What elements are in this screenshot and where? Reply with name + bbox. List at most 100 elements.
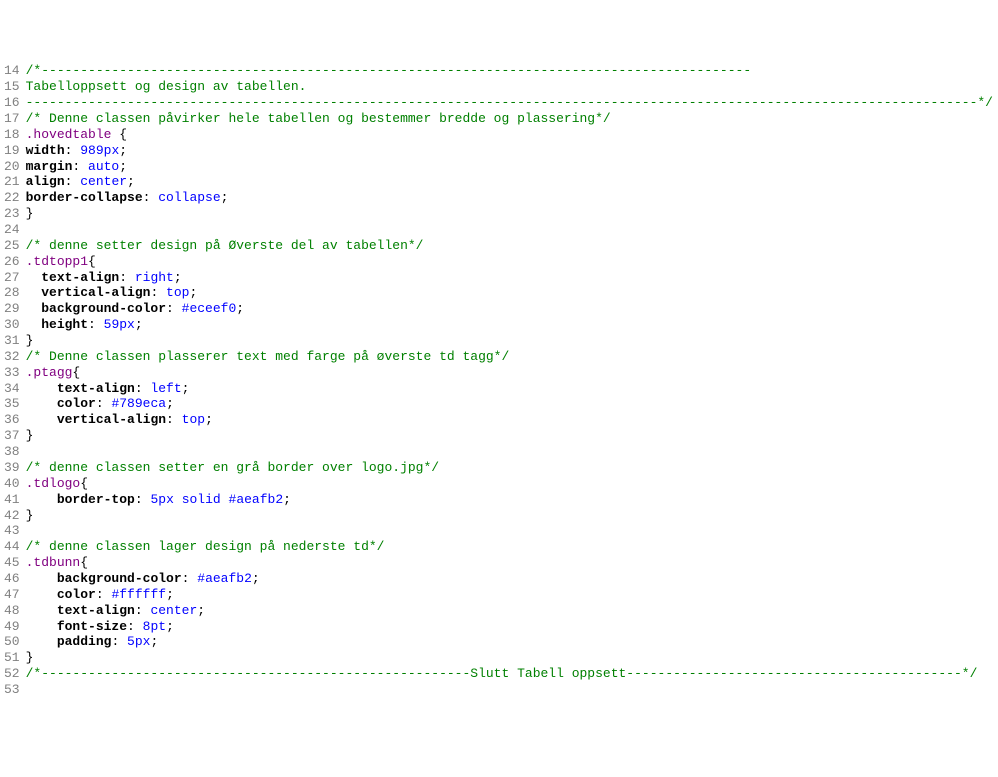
code-line[interactable]: } xyxy=(26,508,993,524)
code-line[interactable]: color: #ffffff; xyxy=(26,587,993,603)
code-line[interactable]: } xyxy=(26,206,993,222)
token-pr: vertical-align xyxy=(41,285,150,300)
token-sel: .hovedtable xyxy=(26,127,112,142)
token-pn: : xyxy=(96,587,112,602)
code-line[interactable]: /* Denne classen påvirker hele tabellen … xyxy=(26,111,993,127)
token-pn: : xyxy=(135,603,151,618)
line-number: 40 xyxy=(4,476,20,492)
code-line[interactable]: Tabelloppsett og design av tabellen. xyxy=(26,79,993,95)
token-pn: : xyxy=(143,190,159,205)
code-line[interactable]: /* denne classen lager design på nederst… xyxy=(26,539,993,555)
token-pn xyxy=(26,301,42,316)
line-number: 49 xyxy=(4,619,20,635)
token-pn xyxy=(221,492,229,507)
code-line[interactable]: } xyxy=(26,428,993,444)
code-line[interactable]: vertical-align: top; xyxy=(26,285,993,301)
token-pr: margin xyxy=(26,159,73,174)
code-line[interactable] xyxy=(26,222,993,238)
code-line[interactable]: /* Denne classen plasserer text med farg… xyxy=(26,349,993,365)
token-c: /* Denne classen plasserer text med farg… xyxy=(26,349,510,364)
line-number: 51 xyxy=(4,650,20,666)
token-pn: : xyxy=(150,285,166,300)
token-sel: .ptagg xyxy=(26,365,73,380)
token-num: 59 xyxy=(104,317,120,332)
code-line[interactable]: background-color: #eceef0; xyxy=(26,301,993,317)
code-line[interactable]: /* denne classen setter en grå border ov… xyxy=(26,460,993,476)
code-line[interactable]: text-align: center; xyxy=(26,603,993,619)
token-pn: ; xyxy=(189,285,197,300)
token-pn: ; xyxy=(182,381,190,396)
token-kw: center xyxy=(150,603,197,618)
code-line[interactable]: /* denne setter design på Øverste del av… xyxy=(26,238,993,254)
line-number: 32 xyxy=(4,349,20,365)
token-pr: vertical-align xyxy=(57,412,166,427)
code-line[interactable]: .tdlogo{ xyxy=(26,476,993,492)
line-number: 18 xyxy=(4,127,20,143)
line-number: 48 xyxy=(4,603,20,619)
token-pr: text-align xyxy=(41,270,119,285)
line-number: 29 xyxy=(4,301,20,317)
token-pn: : xyxy=(65,174,81,189)
token-pn xyxy=(26,492,57,507)
token-sel: .tdbunn xyxy=(26,555,81,570)
code-line[interactable]: .tdtopp1{ xyxy=(26,254,993,270)
line-number: 14 xyxy=(4,63,20,79)
code-line[interactable]: font-size: 8pt; xyxy=(26,619,993,635)
line-number: 44 xyxy=(4,539,20,555)
code-editor[interactable]: 1415161718192021222324252627282930313233… xyxy=(0,63,998,697)
code-line[interactable]: color: #789eca; xyxy=(26,396,993,412)
token-pn xyxy=(26,619,57,634)
token-kw: auto xyxy=(88,159,119,174)
code-line[interactable]: .tdbunn{ xyxy=(26,555,993,571)
line-number: 30 xyxy=(4,317,20,333)
token-pr: text-align xyxy=(57,381,135,396)
code-line[interactable]: text-align: right; xyxy=(26,270,993,286)
code-line[interactable]: vertical-align: top; xyxy=(26,412,993,428)
line-number: 33 xyxy=(4,365,20,381)
token-pr: border-collapse xyxy=(26,190,143,205)
code-line[interactable]: /*--------------------------------------… xyxy=(26,63,993,79)
token-pn xyxy=(26,603,57,618)
code-line[interactable] xyxy=(26,444,993,460)
code-content[interactable]: /*--------------------------------------… xyxy=(26,63,998,697)
token-pn: : xyxy=(88,317,104,332)
code-line[interactable]: align: center; xyxy=(26,174,993,190)
code-line[interactable] xyxy=(26,523,993,539)
code-line[interactable]: margin: auto; xyxy=(26,159,993,175)
token-c: /* denne classen lager design på nederst… xyxy=(26,539,385,554)
token-pr: align xyxy=(26,174,65,189)
code-line[interactable]: background-color: #aeafb2; xyxy=(26,571,993,587)
token-hex: #789eca xyxy=(111,396,166,411)
token-pn: : xyxy=(119,270,135,285)
token-pr: width xyxy=(26,143,65,158)
code-line[interactable]: height: 59px; xyxy=(26,317,993,333)
code-line[interactable]: } xyxy=(26,650,993,666)
line-number: 23 xyxy=(4,206,20,222)
code-line[interactable]: /*--------------------------------------… xyxy=(26,666,993,682)
token-pn xyxy=(26,381,57,396)
code-line[interactable]: width: 989px; xyxy=(26,143,993,159)
code-line[interactable]: .hovedtable { xyxy=(26,127,993,143)
token-hex: #aeafb2 xyxy=(197,571,252,586)
token-pn: : xyxy=(135,381,151,396)
line-number: 39 xyxy=(4,460,20,476)
code-line[interactable]: } xyxy=(26,333,993,349)
token-pn xyxy=(26,396,57,411)
token-pr: color xyxy=(57,587,96,602)
code-line[interactable]: .ptagg{ xyxy=(26,365,993,381)
token-pn: : xyxy=(166,412,182,427)
code-line[interactable]: border-collapse: collapse; xyxy=(26,190,993,206)
token-c: /* denne setter design på Øverste del av… xyxy=(26,238,424,253)
token-pr: color xyxy=(57,396,96,411)
code-line[interactable]: text-align: left; xyxy=(26,381,993,397)
code-line[interactable] xyxy=(26,682,993,698)
line-number: 26 xyxy=(4,254,20,270)
line-number: 28 xyxy=(4,285,20,301)
code-line[interactable]: ----------------------------------------… xyxy=(26,95,993,111)
token-pn: : xyxy=(96,396,112,411)
token-c: ----------------------------------------… xyxy=(26,95,993,110)
line-number: 19 xyxy=(4,143,20,159)
code-line[interactable]: border-top: 5px solid #aeafb2; xyxy=(26,492,993,508)
token-pn: : xyxy=(72,159,88,174)
token-pn: ; xyxy=(236,301,244,316)
